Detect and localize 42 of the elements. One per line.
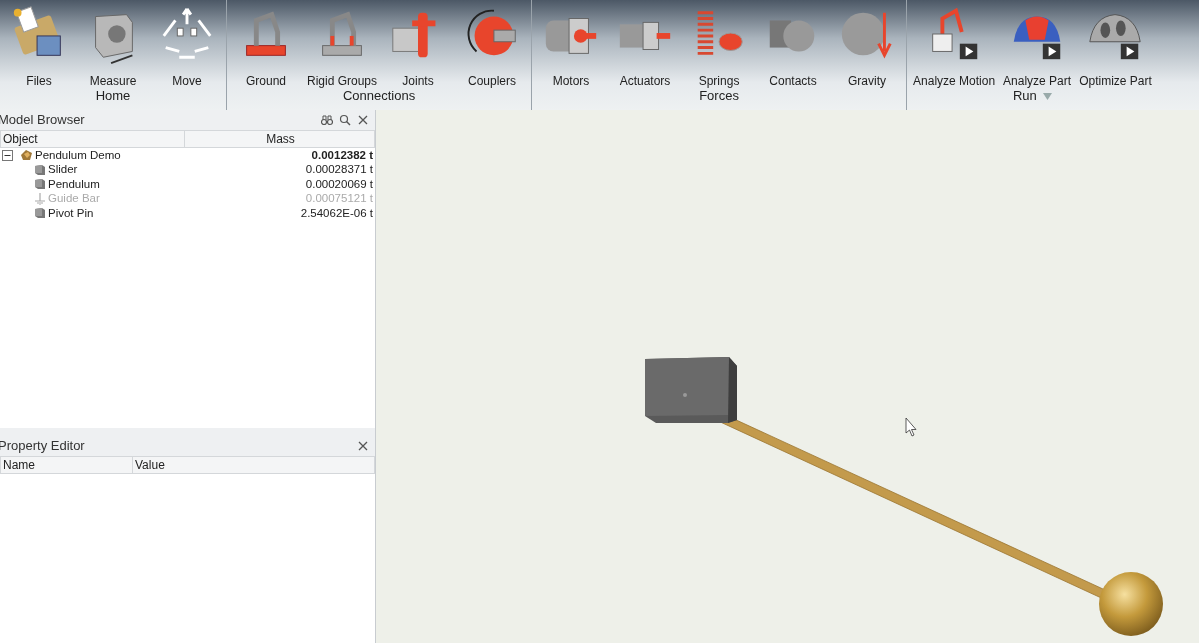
slider-block[interactable] [645, 357, 737, 423]
column-header[interactable]: Object [1, 131, 185, 147]
ribbon-tool-button[interactable]: Couplers [455, 0, 530, 90]
mass-value: 2.54062E-06 t [300, 205, 374, 221]
ribbon-tool-button[interactable]: Analyze Motion [909, 0, 1000, 90]
group-label: Connections [342, 88, 416, 104]
ribbon-tool-button[interactable]: Ground [229, 0, 303, 90]
group-label: Run [1013, 88, 1037, 104]
column-header[interactable]: Name [1, 457, 133, 473]
ribbon-tool-button[interactable]: Springs [682, 0, 757, 90]
collapse-icon[interactable] [2, 149, 13, 161]
part-icon [34, 207, 46, 220]
ribbon-tool-button[interactable]: Gravity [830, 0, 905, 90]
binoculars-icon[interactable] [321, 114, 333, 126]
assembly-icon [20, 149, 33, 162]
part-icon [34, 163, 46, 176]
tree-item[interactable]: Pendulum Demo [35, 146, 121, 164]
ribbon-tool-button[interactable]: Optimize Part [1075, 0, 1156, 90]
ribbon-tool-button[interactable]: Rigid Groups [303, 0, 382, 90]
search-icon[interactable] [339, 114, 351, 126]
ribbon-tool-button[interactable]: Contacts [756, 0, 831, 90]
ground-icon [34, 192, 46, 205]
pendulum-ball[interactable] [1099, 572, 1163, 636]
ribbon-tool-button[interactable]: Actuators [608, 0, 683, 90]
ribbon-tool-button[interactable]: Files [2, 0, 76, 90]
group-label: Home [95, 88, 131, 104]
column-header[interactable]: Value [133, 457, 373, 473]
part-icon [34, 178, 46, 191]
ribbon-tool-button[interactable]: Move [150, 0, 224, 90]
ribbon-tool-button[interactable]: Analyze Part [999, 0, 1076, 90]
ribbon-tool-button[interactable]: Measure [76, 0, 150, 90]
mass-value: 0.00075121 t [305, 191, 374, 207]
ribbon-tool-button[interactable]: Joints [381, 0, 456, 90]
close-icon[interactable] [357, 440, 369, 452]
mass-value: 0.00028371 t [305, 162, 374, 178]
mass-value: 0.00020069 t [305, 176, 374, 192]
mass-value: 0.0012382 t [311, 147, 374, 163]
mouse-cursor-icon [905, 417, 917, 437]
column-header[interactable]: Mass [185, 131, 374, 147]
ribbon-tool-button[interactable]: Motors [534, 0, 609, 90]
close-icon[interactable] [357, 114, 369, 126]
group-label: Forces [699, 88, 739, 104]
